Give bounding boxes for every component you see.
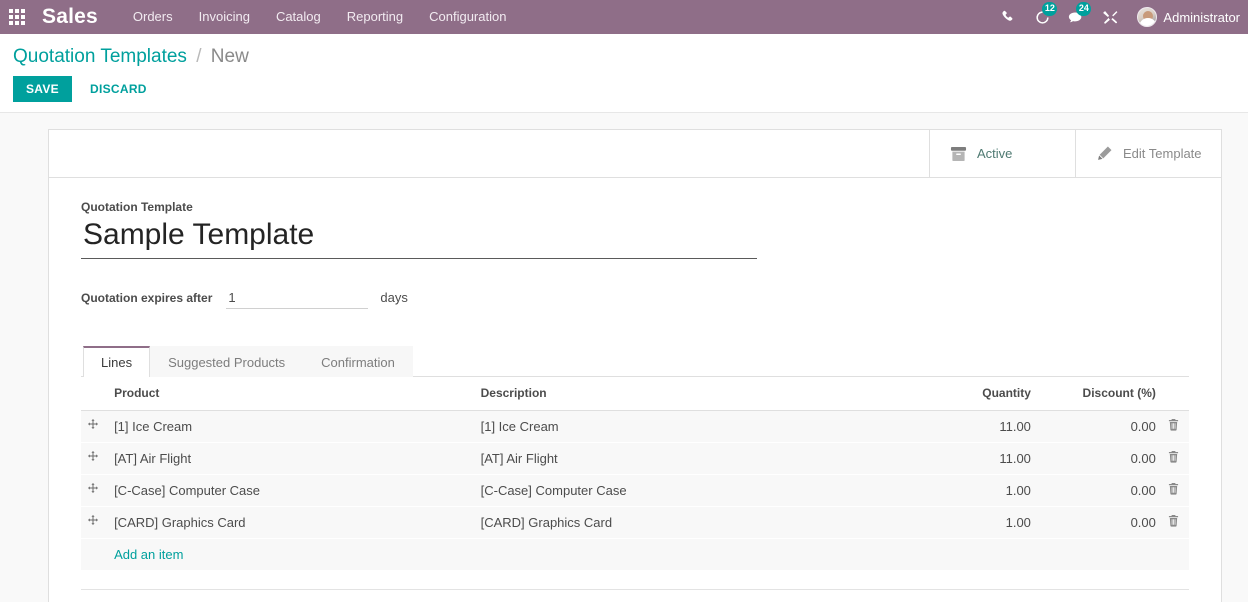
breadcrumb-current: New — [210, 46, 249, 67]
archive-box-icon — [948, 146, 968, 162]
save-button[interactable]: SAVE — [13, 76, 72, 102]
row-drag-handle-cell[interactable] — [81, 474, 109, 507]
order-lines-table: Product Description Quantity Discount (%… — [81, 377, 1189, 571]
breadcrumb-separator: / — [196, 46, 202, 67]
row-quantity[interactable]: 1.00 — [891, 474, 1037, 507]
stat-button-box: Active Edit Template — [49, 130, 1221, 178]
add-item-cell[interactable]: Add an item — [108, 538, 1189, 571]
discard-button[interactable]: DISCARD — [80, 76, 157, 102]
tab-suggested-products[interactable]: Suggested Products — [150, 346, 304, 377]
record-action-buttons: SAVE DISCARD — [0, 72, 1248, 112]
sheet-container: Active Edit Template Quotation Template … — [0, 113, 1248, 602]
row-description[interactable]: [C-Case] Computer Case — [474, 474, 892, 507]
row-drag-handle-cell[interactable] — [81, 442, 109, 475]
terms-section: The Administrator can set default Terms … — [81, 589, 1189, 602]
row-product[interactable]: [C-Case] Computer Case — [108, 474, 475, 507]
drag-move-icon[interactable] — [87, 515, 99, 529]
trash-icon[interactable] — [1168, 419, 1179, 434]
app-brand-sales[interactable]: Sales — [42, 0, 98, 34]
pencil-icon — [1094, 145, 1114, 162]
wrench-tools-icon[interactable] — [1093, 0, 1127, 34]
messages-count-badge: 24 — [1076, 2, 1092, 16]
expires-after-field: Quotation expires after days — [81, 289, 1189, 309]
row-description[interactable]: [AT] Air Flight — [474, 442, 892, 475]
drag-move-icon[interactable] — [87, 483, 99, 497]
menu-item-invoicing[interactable]: Invoicing — [186, 0, 263, 34]
row-quantity[interactable]: 11.00 — [891, 410, 1037, 443]
messages-bubble-icon[interactable]: 24 — [1059, 0, 1093, 34]
row-product[interactable]: [CARD] Graphics Card — [108, 506, 475, 539]
trash-icon[interactable] — [1168, 451, 1179, 466]
row-drag-handle-cell[interactable] — [81, 506, 109, 539]
edit-template-button[interactable]: Edit Template — [1075, 130, 1221, 177]
activity-count-badge: 12 — [1042, 2, 1058, 16]
expires-after-suffix: days — [380, 290, 408, 305]
row-delete-cell[interactable] — [1161, 442, 1189, 475]
table-row[interactable]: [AT] Air Flight [AT] Air Flight 11.00 0.… — [81, 442, 1189, 475]
edit-template-label: Edit Template — [1123, 146, 1202, 161]
menu-item-orders[interactable]: Orders — [120, 0, 186, 34]
header-delete — [1161, 377, 1189, 411]
trash-icon[interactable] — [1168, 483, 1179, 498]
table-row[interactable]: [1] Ice Cream [1] Ice Cream 11.00 0.00 — [81, 410, 1189, 443]
notebook-tabs: Lines Suggested Products Confirmation — [81, 345, 1189, 377]
row-drag-handle-cell[interactable] — [81, 410, 109, 443]
drag-move-icon[interactable] — [87, 451, 99, 465]
header-discount[interactable]: Discount (%) — [1036, 377, 1162, 411]
row-quantity[interactable]: 11.00 — [891, 442, 1037, 475]
username-label: Administrator — [1163, 9, 1240, 25]
notebook: Lines Suggested Products Confirmation Pr… — [81, 345, 1189, 602]
control-panel: Quotation Templates / New SAVE DISCARD — [0, 34, 1248, 113]
active-toggle-button[interactable]: Active — [929, 130, 1075, 177]
table-row[interactable]: [C-Case] Computer Case [C-Case] Computer… — [81, 474, 1189, 507]
form-sheet: Active Edit Template Quotation Template … — [48, 129, 1222, 602]
user-menu[interactable]: Administrator — [1127, 0, 1248, 34]
menu-item-configuration[interactable]: Configuration — [416, 0, 519, 34]
menu-item-reporting[interactable]: Reporting — [334, 0, 416, 34]
header-quantity[interactable]: Quantity — [891, 377, 1037, 411]
row-description[interactable]: [CARD] Graphics Card — [474, 506, 892, 539]
row-delete-cell[interactable] — [1161, 410, 1189, 443]
form-body: Quotation Template Quotation expires aft… — [49, 178, 1221, 602]
row-product[interactable]: [AT] Air Flight — [108, 442, 475, 475]
add-an-item-link[interactable]: Add an item — [114, 547, 183, 562]
activity-clock-icon[interactable]: 12 — [1025, 0, 1059, 34]
row-description[interactable]: [1] Ice Cream — [474, 410, 892, 443]
active-button-label: Active — [977, 146, 1013, 161]
tab-lines[interactable]: Lines — [83, 346, 151, 377]
drag-move-icon[interactable] — [87, 419, 99, 433]
row-discount[interactable]: 0.00 — [1036, 506, 1162, 539]
breadcrumb: Quotation Templates / New — [0, 44, 1248, 72]
row-delete-cell[interactable] — [1161, 506, 1189, 539]
user-avatar — [1137, 7, 1158, 27]
breadcrumb-quotation-templates[interactable]: Quotation Templates — [13, 46, 187, 67]
quotation-template-label: Quotation Template — [81, 200, 193, 214]
row-discount[interactable]: 0.00 — [1036, 474, 1162, 507]
table-row[interactable]: [CARD] Graphics Card [CARD] Graphics Car… — [81, 506, 1189, 539]
apps-grid-icon[interactable] — [0, 0, 34, 34]
add-item-spacer — [81, 538, 109, 571]
expires-after-input[interactable] — [226, 289, 369, 309]
menu-item-catalog[interactable]: Catalog — [263, 0, 334, 34]
trash-icon[interactable] — [1168, 515, 1179, 530]
row-quantity[interactable]: 1.00 — [891, 506, 1037, 539]
add-item-row[interactable]: Add an item — [81, 538, 1189, 571]
navbar-systray: 12 24 Administrator — [991, 0, 1248, 34]
header-product[interactable]: Product — [108, 377, 475, 411]
table-header-row: Product Description Quantity Discount (%… — [81, 377, 1189, 411]
header-description[interactable]: Description — [474, 377, 892, 411]
row-discount[interactable]: 0.00 — [1036, 410, 1162, 443]
quotation-template-name-input[interactable] — [81, 216, 757, 259]
row-product[interactable]: [1] Ice Cream — [108, 410, 475, 443]
phone-icon[interactable] — [991, 0, 1025, 34]
row-delete-cell[interactable] — [1161, 474, 1189, 507]
row-discount[interactable]: 0.00 — [1036, 442, 1162, 475]
top-navbar: Sales Orders Invoicing Catalog Reporting… — [0, 0, 1248, 34]
expires-after-label: Quotation expires after — [81, 291, 213, 305]
header-handle — [81, 377, 109, 411]
tab-confirmation[interactable]: Confirmation — [303, 346, 413, 377]
main-menu: Orders Invoicing Catalog Reporting Confi… — [120, 0, 520, 34]
